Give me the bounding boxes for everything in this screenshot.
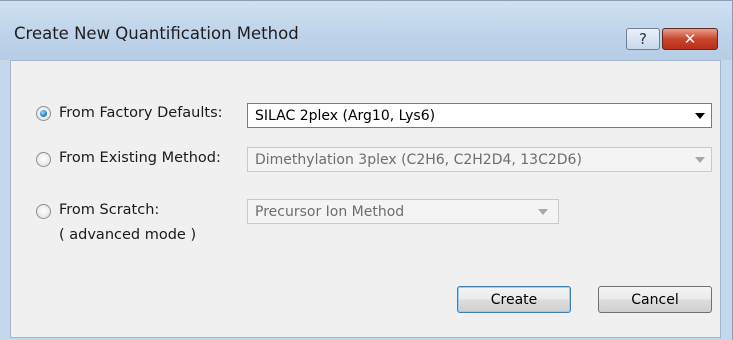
close-button[interactable]: ✕	[662, 28, 718, 50]
label-from-scratch: From Scratch:	[59, 202, 160, 218]
cancel-button[interactable]: Cancel	[598, 286, 712, 313]
from-scratch-value: Precursor Ion Method	[255, 204, 405, 220]
create-button[interactable]: Create	[457, 286, 571, 313]
label-existing-method: From Existing Method:	[59, 150, 221, 166]
label-advanced-mode: ( advanced mode )	[59, 227, 197, 243]
from-scratch-select[interactable]: Precursor Ion Method	[247, 199, 559, 224]
dialog-window: Create New Quantification Method ? ✕ Fro…	[0, 0, 733, 340]
radio-from-scratch[interactable]	[36, 204, 51, 219]
existing-method-value: Dimethylation 3plex (C2H6, C2H2D4, 13C2D…	[255, 152, 582, 168]
question-icon: ?	[639, 30, 647, 48]
title-bar[interactable]: Create New Quantification Method ? ✕	[0, 1, 732, 60]
label-factory-defaults: From Factory Defaults:	[59, 105, 223, 121]
dialog-body: From Factory Defaults: SILAC 2plex (Arg1…	[10, 60, 721, 338]
factory-defaults-value: SILAC 2plex (Arg10, Lys6)	[255, 108, 436, 124]
chevron-down-icon	[538, 209, 548, 215]
chevron-down-icon	[695, 157, 705, 163]
factory-defaults-select[interactable]: SILAC 2plex (Arg10, Lys6)	[247, 103, 712, 128]
help-button[interactable]: ?	[626, 28, 660, 50]
window-title: Create New Quantification Method	[14, 24, 299, 43]
chevron-down-icon	[695, 113, 705, 119]
radio-existing-method[interactable]	[36, 152, 51, 167]
close-icon: ✕	[683, 30, 697, 48]
radio-factory-defaults[interactable]	[36, 106, 51, 121]
existing-method-select[interactable]: Dimethylation 3plex (C2H6, C2H2D4, 13C2D…	[247, 147, 712, 172]
